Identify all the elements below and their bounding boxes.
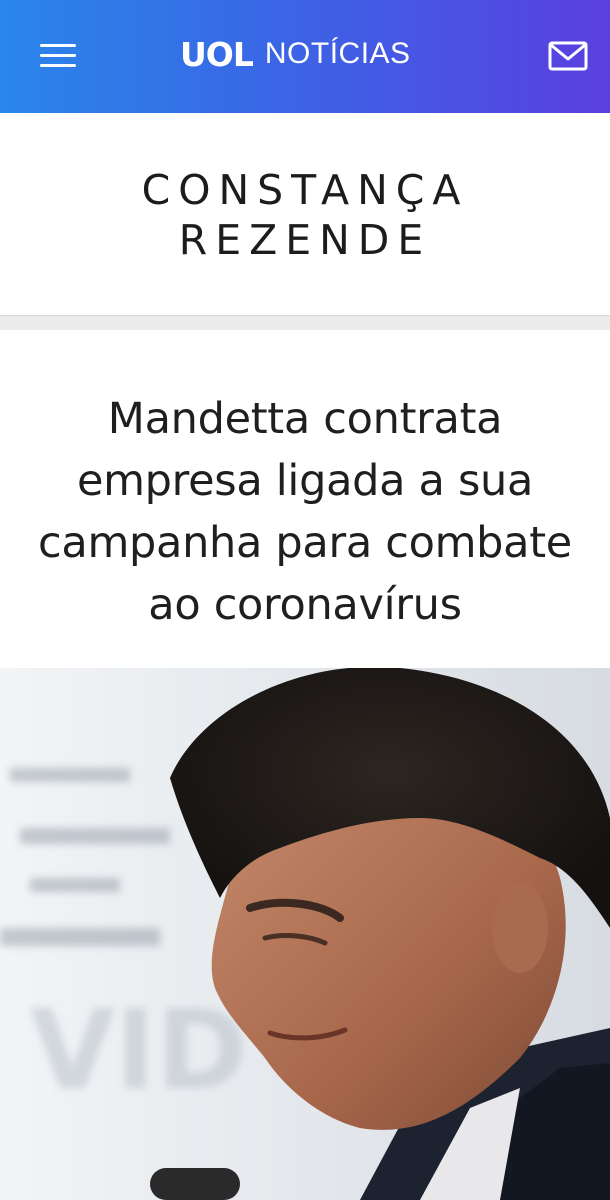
author-name[interactable]: CONSTANÇA REZENDE [60,165,550,265]
article-headline[interactable]: Mandetta contrata empresa ligada a sua c… [10,388,600,636]
article-photo-illustration: VID [0,668,610,1200]
author-section: CONSTANÇA REZENDE [0,113,610,315]
mail-icon[interactable] [548,40,588,72]
section-title: NOTÍCIAS [264,37,411,70]
section-divider [0,315,610,330]
uol-logo: UOL [180,34,254,74]
hamburger-menu-icon[interactable] [40,40,78,70]
background-sign-text: VID [30,986,247,1114]
brand-link[interactable]: UOL NOTÍCIAS [180,34,411,74]
page: UOL NOTÍCIAS CONSTANÇA REZENDE Mandetta … [0,0,610,1200]
top-navigation-bar: UOL NOTÍCIAS [0,0,610,113]
article-photo[interactable]: VID [0,668,610,1200]
